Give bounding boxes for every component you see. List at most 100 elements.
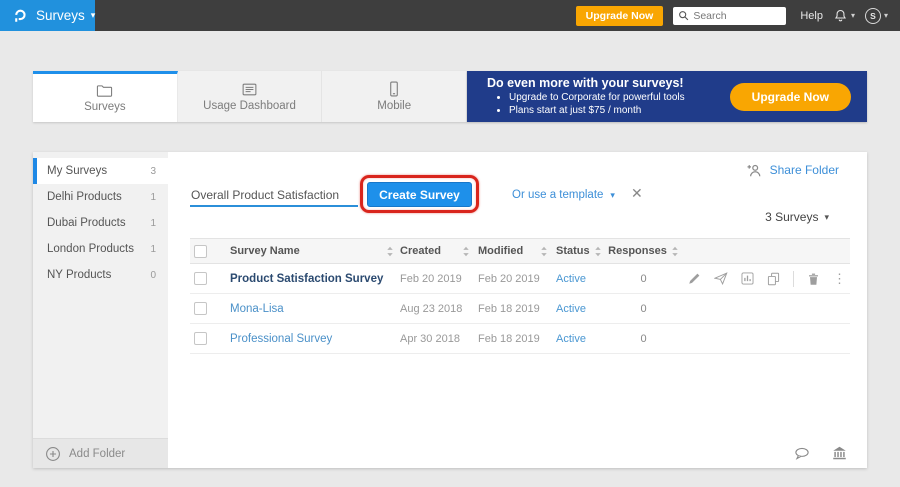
create-survey-button[interactable]: Create Survey [367,182,472,207]
sidebar-item-delhi-products[interactable]: Delhi Products 1 [33,184,168,210]
surveys-count-dropdown[interactable]: 3 Surveys ▾ [765,210,829,224]
sort-icon[interactable] [671,246,679,257]
delete-trash-icon[interactable] [807,272,820,286]
plus-circle-icon [45,446,61,462]
send-plane-icon[interactable] [714,272,728,285]
bell-icon [833,8,848,23]
use-template-dropdown[interactable]: Or use a template ▾ [512,189,615,201]
search-icon [678,10,689,21]
sort-icon[interactable] [462,246,470,257]
table-row: Mona-Lisa Aug 23 2018 Feb 18 2019 Active… [190,294,850,324]
folder-count: 1 [150,192,156,203]
responses-count: 0 [640,333,646,345]
app-caret-down-icon: ▾ [91,10,96,21]
modified-date: Feb 18 2019 [478,333,540,345]
upgrade-promo-banner: Do even more with your surveys! Upgrade … [467,71,867,122]
bell-caret-down-icon: ▾ [851,11,855,20]
surveys-count-caret-down-icon: ▾ [824,212,829,223]
folder-count: 1 [150,218,156,229]
sort-icon[interactable] [594,246,602,257]
use-template-label: Or use a template [512,189,603,201]
tab-usage-dashboard[interactable]: Usage Dashboard [178,71,323,122]
survey-name-link[interactable]: Product Satisfaction Survey [230,273,383,285]
table-header: Survey Name Created Modified Status Resp… [190,238,850,264]
survey-name-link[interactable]: Professional Survey [230,333,332,345]
select-all-checkbox[interactable] [194,245,207,258]
report-chart-icon[interactable] [741,272,754,285]
surveys-table: Survey Name Created Modified Status Resp… [190,238,850,354]
survey-name-link[interactable]: Mona-Lisa [230,303,284,315]
tab-strip: Surveys Usage Dashboard Mobile [33,71,467,122]
status-link[interactable]: Active [556,273,586,285]
folder-count: 0 [150,270,156,281]
add-folder-button[interactable]: Add Folder [33,438,168,468]
dashboard-icon [241,82,258,97]
search-input[interactable] [693,10,781,22]
folder-count: 3 [150,166,156,177]
tab-mobile-label: Mobile [377,100,411,112]
created-date: Aug 23 2018 [400,303,462,315]
avatar: S [865,8,881,24]
column-created: Created [400,245,441,257]
banner-upgrade-now-button[interactable]: Upgrade Now [730,83,851,111]
close-icon[interactable]: ✕ [631,185,643,202]
folder-count: 1 [150,244,156,255]
sidebar-item-dubai-products[interactable]: Dubai Products 1 [33,210,168,236]
folders-sidebar: My Surveys 3 Delhi Products 1 Dubai Prod… [33,152,168,468]
folder-label: London Products [47,243,134,255]
feedback-comment-icon[interactable] [794,447,810,460]
upgrade-now-button[interactable]: Upgrade Now [576,6,664,26]
promo-title: Do even more with your surveys! [487,76,685,90]
sort-icon[interactable] [540,246,548,257]
archive-bank-icon[interactable] [832,446,847,460]
modified-date: Feb 20 2019 [478,273,540,285]
status-link[interactable]: Active [556,303,586,315]
share-folder-button[interactable]: Share Folder [746,163,839,177]
row-checkbox[interactable] [194,332,207,345]
column-status: Status [556,245,590,257]
row-checkbox[interactable] [194,302,207,315]
sidebar-item-london-products[interactable]: London Products 1 [33,236,168,262]
folder-icon [96,83,113,98]
actions-divider [793,271,794,287]
tab-mobile[interactable]: Mobile [322,71,467,122]
copy-icon[interactable] [767,272,780,286]
content-panel: My Surveys 3 Delhi Products 1 Dubai Prod… [33,152,867,468]
template-caret-down-icon: ▾ [610,190,615,201]
sidebar-item-ny-products[interactable]: NY Products 0 [33,262,168,288]
edit-pencil-icon[interactable] [688,272,701,285]
notifications-menu[interactable]: ▾ [833,8,855,23]
status-link[interactable]: Active [556,333,586,345]
add-folder-label: Add Folder [69,448,125,460]
help-link[interactable]: Help [800,10,823,22]
new-survey-name-input[interactable] [190,185,358,207]
column-responses: Responses [608,245,667,257]
tab-usage-dashboard-label: Usage Dashboard [203,100,296,112]
table-row: Product Satisfaction Survey Feb 20 2019 … [190,264,850,294]
sidebar-item-my-surveys[interactable]: My Surveys 3 [33,158,168,184]
tab-surveys[interactable]: Surveys [33,71,178,122]
table-row: Professional Survey Apr 30 2018 Feb 18 2… [190,324,850,354]
promo-bullet: Plans start at just $75 / month [509,105,685,118]
column-survey-name: Survey Name [230,245,300,257]
folder-label: NY Products [47,269,111,281]
questionpro-logo-icon [12,8,28,24]
share-person-icon [746,163,763,177]
folder-label: Dubai Products [47,217,126,229]
folder-label: Delhi Products [47,191,122,203]
search-box[interactable] [673,7,786,25]
account-menu[interactable]: S ▾ [865,8,888,24]
tab-surveys-label: Surveys [84,101,126,113]
promo-bullet: Upgrade to Corporate for powerful tools [509,92,685,105]
created-date: Feb 20 2019 [400,273,462,285]
app-switcher[interactable]: Surveys ▾ [0,0,95,31]
more-kebab-icon[interactable]: ⋮ [833,271,846,287]
row-checkbox[interactable] [194,272,207,285]
share-folder-label: Share Folder [770,163,839,177]
column-modified: Modified [478,245,523,257]
modified-date: Feb 18 2019 [478,303,540,315]
avatar-caret-down-icon: ▾ [884,11,888,20]
responses-count: 0 [640,273,646,285]
top-bar: Surveys ▾ Upgrade Now Help ▾ S ▾ [0,0,900,31]
sort-icon[interactable] [386,246,394,257]
